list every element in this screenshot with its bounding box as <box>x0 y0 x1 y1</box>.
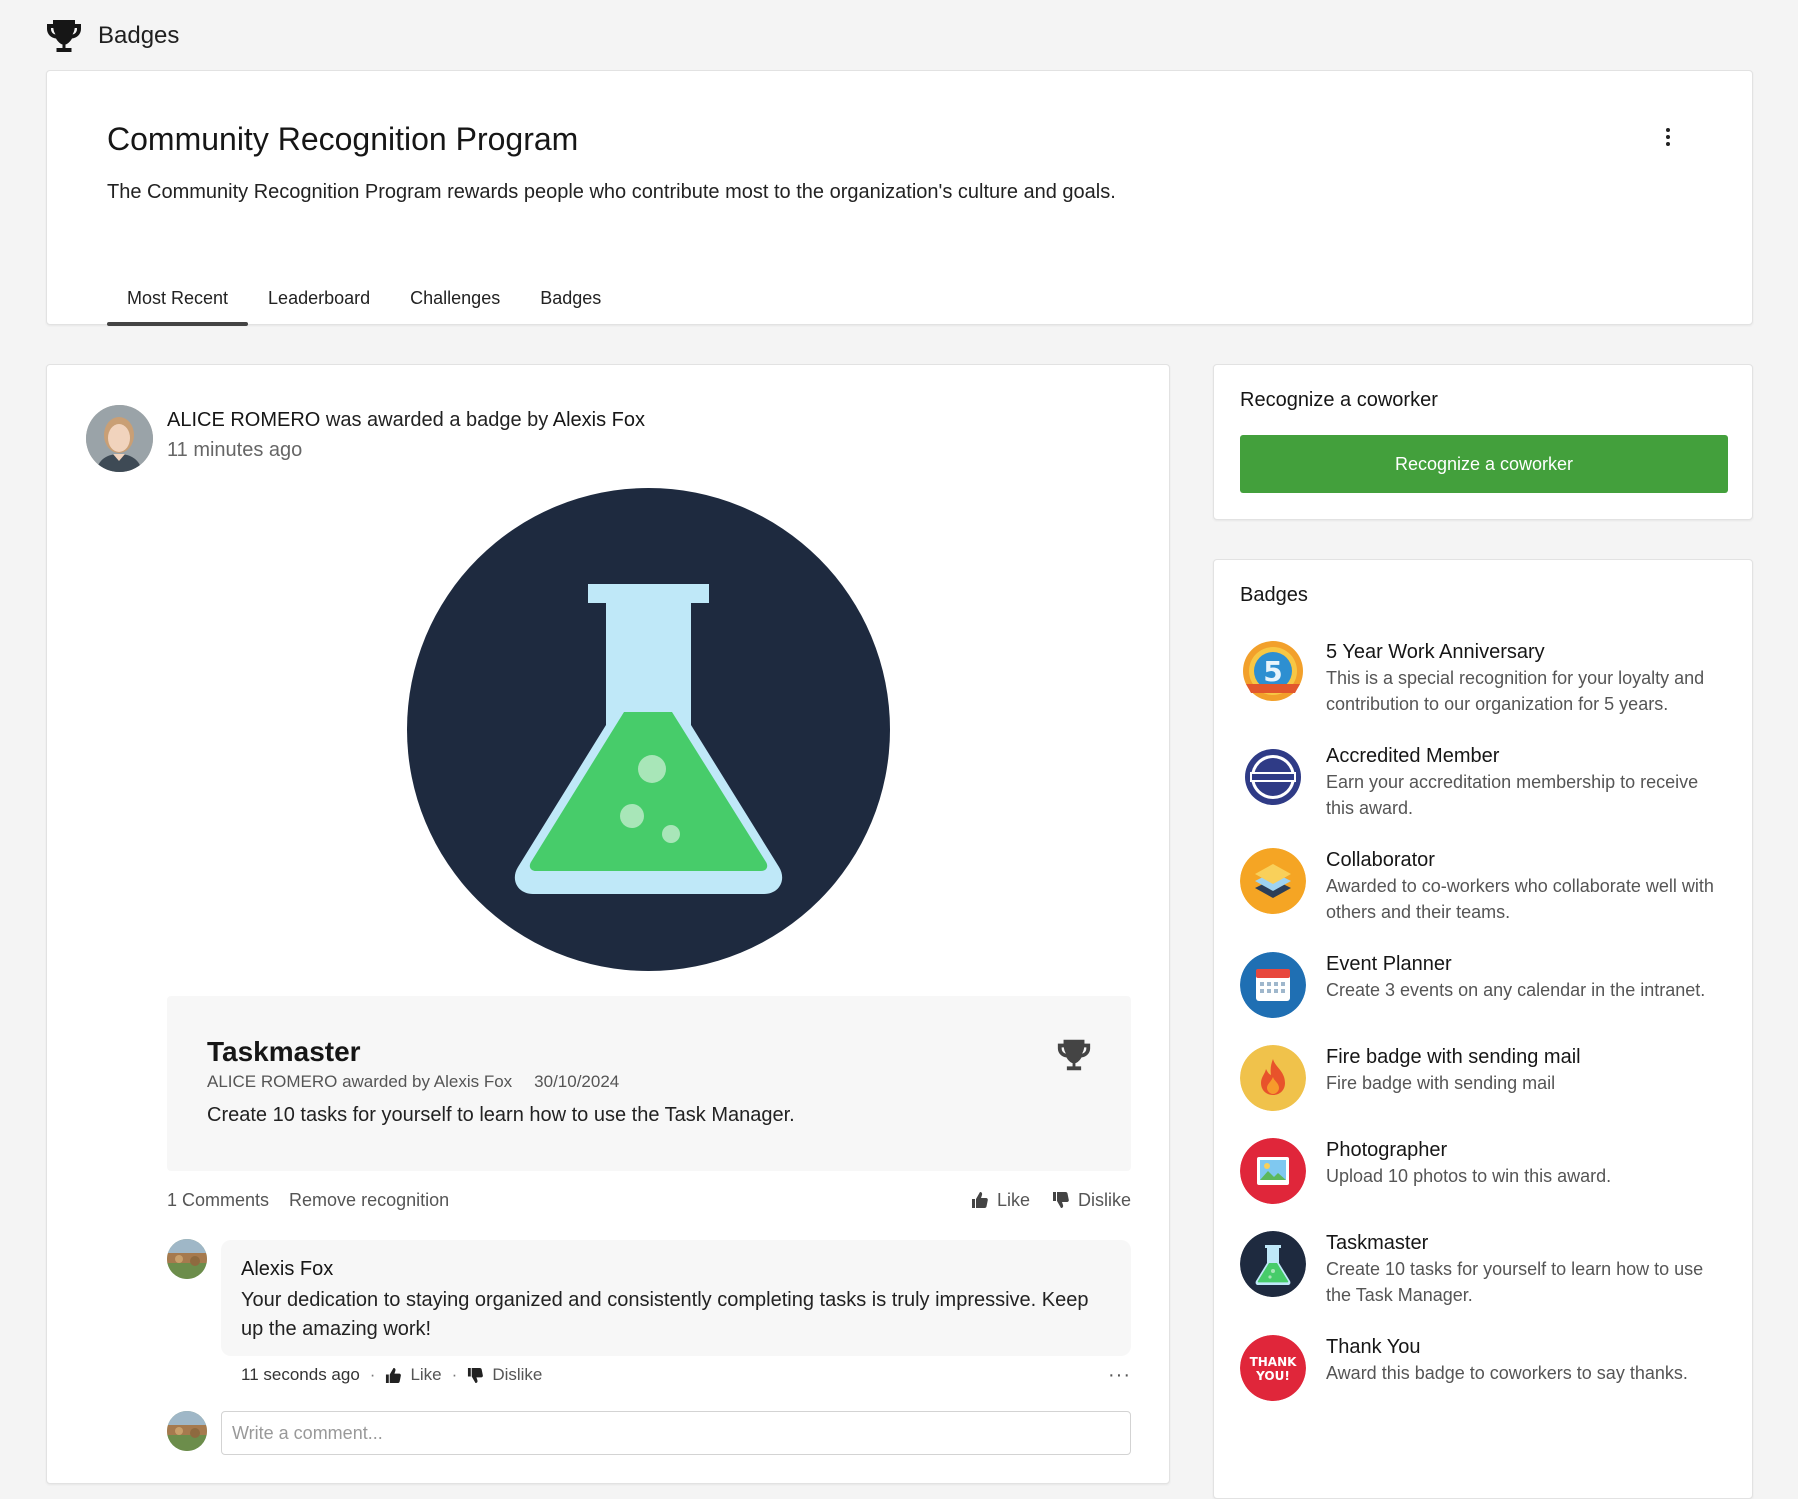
badge-title: Taskmaster <box>1326 1232 1429 1254</box>
tab-leaderboard[interactable]: Leaderboard <box>248 271 390 326</box>
comment-like-button[interactable]: Like <box>385 1365 442 1385</box>
badges-title: Badges <box>1240 584 1308 606</box>
badge-item-5-year-anniversary[interactable]: 5 5 Year Work Anniversary This is a spec… <box>1240 640 1730 717</box>
badge-description: This is a special recognition for your l… <box>1326 668 1705 714</box>
comment-meta: 11 seconds ago · Like · Dislike ··· <box>241 1365 1131 1385</box>
comment-input[interactable] <box>221 1411 1131 1455</box>
program-title: Community Recognition Program <box>107 121 579 157</box>
tab-challenges[interactable]: Challenges <box>390 271 520 326</box>
badge-item-accredited-member[interactable]: Accredited Member Earn your accreditatio… <box>1240 744 1730 821</box>
badge-name: Taskmaster <box>207 1036 361 1067</box>
anniversary-5-icon: 5 <box>1240 640 1306 706</box>
thumbs-up-icon <box>386 1367 402 1383</box>
program-description: The Community Recognition Program reward… <box>107 181 1116 203</box>
thank-you-icon: THANK YOU! <box>1240 1335 1306 1401</box>
comment-text: Your dedication to staying organized and… <box>241 1289 1089 1340</box>
badge-description: Award this badge to coworkers to say tha… <box>1326 1363 1688 1383</box>
more-options-icon[interactable] <box>1656 121 1680 153</box>
badge-title: Thank You <box>1326 1336 1421 1358</box>
trophy-icon <box>1057 1039 1091 1071</box>
badge-description: Earn your accreditation membership to re… <box>1326 772 1699 818</box>
flask-icon <box>1240 1231 1306 1297</box>
layers-icon <box>1240 848 1306 914</box>
comments-count-link[interactable]: 1 Comments <box>167 1190 269 1211</box>
badge-title: 5 Year Work Anniversary <box>1326 641 1545 663</box>
like-label: Like <box>996 1189 1030 1210</box>
badge-item-thank-you[interactable]: THANK YOU! Thank You Award this badge to… <box>1240 1335 1730 1401</box>
dislike-label: Dislike <box>492 1365 543 1384</box>
awarded-text: was awarded a badge by <box>320 409 553 431</box>
badge-awarded-by: ALICE ROMERO awarded by Alexis Fox <box>207 1072 513 1091</box>
comment-more-options-icon[interactable]: ··· <box>1108 1365 1131 1385</box>
accredited-seal-icon <box>1240 744 1306 810</box>
badge-title: Collaborator <box>1326 849 1435 871</box>
badge-description: Fire badge with sending mail <box>1326 1073 1556 1093</box>
dislike-label: Dislike <box>1077 1189 1131 1210</box>
recognition-feed-card: ALICE ROMERO was awarded a badge by Alex… <box>46 364 1170 1484</box>
program-card: Community Recognition Program The Commun… <box>46 70 1753 326</box>
avatar[interactable] <box>167 1239 207 1279</box>
avatar <box>167 1411 207 1451</box>
thumbs-up-icon <box>971 1192 988 1208</box>
comment: Alexis Fox Your dedication to staying or… <box>221 1240 1131 1356</box>
recipient-name[interactable]: ALICE ROMERO <box>167 409 320 431</box>
like-button[interactable]: Like <box>971 1190 1030 1211</box>
badge-title: Fire badge with sending mail <box>1326 1046 1581 1068</box>
badge-details: Taskmaster ALICE ROMERO awarded by Alexi… <box>167 996 1131 1171</box>
avatar[interactable] <box>86 405 153 472</box>
badge-item-event-planner[interactable]: Event Planner Create 3 events on any cal… <box>1240 952 1730 1018</box>
comment-dislike-button[interactable]: Dislike <box>467 1365 542 1385</box>
recognition-byline: ALICE ROMERO was awarded a badge by Alex… <box>167 409 645 432</box>
badges-card: Badges 5 5 Year Work Anniversary This is… <box>1213 559 1753 1499</box>
page-title: Badges <box>98 22 180 49</box>
thumbs-down-icon <box>468 1367 484 1383</box>
badge-description: Create 10 tasks for yourself to learn ho… <box>1326 1259 1704 1305</box>
recognition-time: 11 minutes ago <box>167 439 303 461</box>
remove-recognition-link[interactable]: Remove recognition <box>289 1190 449 1211</box>
badge-description: Create 10 tasks for yourself to learn ho… <box>207 1104 795 1126</box>
badge-date: 30/10/2024 <box>534 1072 620 1091</box>
recognize-card: Recognize a coworker Recognize a coworke… <box>1213 364 1753 520</box>
trophy-icon <box>47 20 81 52</box>
flame-icon <box>1240 1045 1306 1111</box>
badge-item-photographer[interactable]: Photographer Upload 10 photos to win thi… <box>1240 1138 1730 1204</box>
comment-author[interactable]: Alexis Fox <box>241 1258 333 1281</box>
like-label: Like <box>410 1365 442 1384</box>
badge-item-fire-badge[interactable]: Fire badge with sending mail Fire badge … <box>1240 1045 1730 1111</box>
recognition-actions: 1 Comments Remove recognition Like Disli… <box>167 1185 1131 1215</box>
thank-you-icon-text-1: THANK <box>1250 1355 1298 1369</box>
photo-icon <box>1240 1138 1306 1204</box>
recognize-coworker-button[interactable]: Recognize a coworker <box>1240 435 1728 493</box>
recognize-title: Recognize a coworker <box>1240 389 1438 411</box>
tab-badges[interactable]: Badges <box>520 271 621 326</box>
page-header: Badges <box>44 14 179 58</box>
svg-text:5: 5 <box>1263 655 1282 688</box>
badge-item-taskmaster[interactable]: Taskmaster Create 10 tasks for yourself … <box>1240 1231 1730 1308</box>
badge-description: Create 3 events on any calendar in the i… <box>1326 980 1706 1000</box>
calendar-icon <box>1240 952 1306 1018</box>
flask-icon <box>407 488 890 971</box>
comment-time: 11 seconds ago <box>241 1365 360 1384</box>
separator: · <box>451 1365 458 1384</box>
badge-item-collaborator[interactable]: Collaborator Awarded to co-workers who c… <box>1240 848 1730 925</box>
badge-title: Event Planner <box>1326 953 1452 975</box>
badge-meta: ALICE ROMERO awarded by Alexis Fox 30/10/… <box>207 1072 619 1092</box>
badge-title: Accredited Member <box>1326 745 1500 767</box>
awarder-name[interactable]: Alexis Fox <box>553 409 645 431</box>
badge-list: 5 5 Year Work Anniversary This is a spec… <box>1240 640 1730 1428</box>
thank-you-icon-text-2: YOU! <box>1255 1369 1290 1383</box>
tab-most-recent[interactable]: Most Recent <box>107 271 249 326</box>
thumbs-down-icon <box>1052 1192 1069 1208</box>
dislike-button[interactable]: Dislike <box>1052 1190 1131 1211</box>
program-tabs: Most Recent Leaderboard Challenges Badge… <box>107 271 621 326</box>
badge-description: Upload 10 photos to win this award. <box>1326 1166 1612 1186</box>
badge-title: Photographer <box>1326 1139 1448 1161</box>
badge-description: Awarded to co-workers who collaborate we… <box>1326 876 1714 922</box>
separator: · <box>369 1365 376 1384</box>
